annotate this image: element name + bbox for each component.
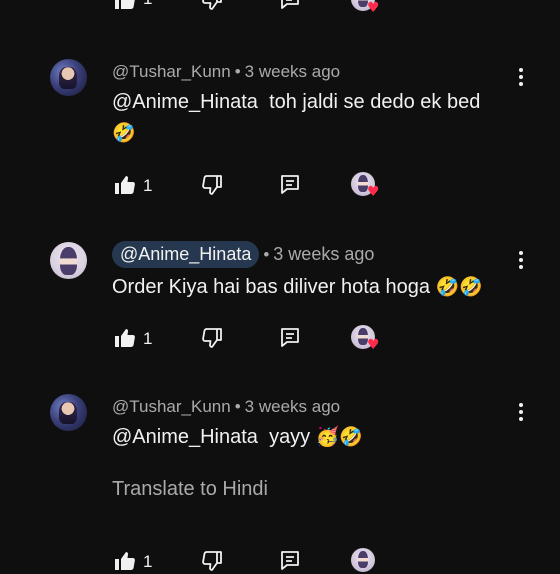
like-count: 1 (143, 329, 153, 348)
comment-meta: @Anime_Hinata • 3 weeks ago (112, 241, 374, 268)
author-chip[interactable]: @Anime_Hinata (112, 241, 260, 268)
thumbs-down-icon[interactable] (200, 548, 224, 574)
thumbs-down-icon[interactable] (200, 0, 224, 13)
separator-dot: • (234, 397, 241, 416)
like-count: 1 (143, 0, 152, 9)
creator-heart-icon: ♥ (367, 337, 380, 353)
mention-link[interactable]: @Anime_Hinata (112, 91, 258, 113)
action-row: 1 ♥ (0, 325, 560, 353)
emoji: 🥳🤣 (315, 426, 364, 448)
emoji: 🤣🤣 (435, 276, 483, 298)
comment-body: toh jaldi se dedo ek bed (269, 91, 481, 113)
comment-time[interactable]: 3 weeks ago (245, 397, 340, 416)
emoji: 🤣 (112, 122, 136, 144)
avatar[interactable] (50, 242, 87, 279)
comment-body: Order Kiya hai bas diliver hota hoga (112, 276, 430, 298)
translate-link[interactable]: Translate to Hindi (112, 478, 268, 501)
creator-avatar (351, 548, 375, 572)
thumbs-up-icon[interactable] (113, 548, 137, 574)
comment-text: @Anime_Hinata toh jaldi se dedo ek bed 🤣 (112, 87, 522, 149)
comment-meta: @Tushar_Kunn • 3 weeks ago (112, 397, 340, 417)
thumbs-up-icon[interactable] (113, 0, 137, 13)
reply-icon[interactable] (279, 325, 301, 351)
thumbs-down-icon[interactable] (200, 325, 224, 351)
creator-heart-icon: ♥ (367, 184, 380, 200)
like-count: 1 (143, 176, 153, 195)
separator-dot: • (234, 62, 241, 81)
more-vert-icon[interactable] (515, 403, 527, 423)
thumbs-down-icon[interactable] (200, 172, 224, 198)
reply-icon[interactable] (279, 172, 301, 198)
thumbs-up-icon[interactable] (113, 172, 137, 198)
avatar[interactable] (50, 59, 87, 96)
like-count: 1 (143, 552, 153, 571)
comment-meta: @Tushar_Kunn • 3 weeks ago (112, 62, 340, 82)
mention-link[interactable]: @Anime_Hinata (112, 426, 258, 448)
more-vert-icon[interactable] (515, 68, 527, 88)
reply-icon[interactable] (279, 548, 301, 574)
reply-icon[interactable] (279, 0, 301, 13)
comment-time[interactable]: 3 weeks ago (245, 62, 340, 81)
comment-time[interactable]: 3 weeks ago (273, 244, 374, 264)
comment-text: @Anime_Hinata yayy 🥳🤣 (112, 422, 522, 453)
avatar[interactable] (50, 394, 87, 431)
action-row: 1 ♥ (0, 172, 560, 200)
comment-text: Order Kiya hai bas diliver hota hoga 🤣🤣 (112, 272, 522, 303)
thumbs-up-icon[interactable] (113, 325, 137, 351)
action-row-partial-bottom: 1 (0, 548, 560, 574)
more-vert-icon[interactable] (515, 251, 527, 271)
comment-author[interactable]: @Tushar_Kunn (112, 397, 231, 416)
comment-author[interactable]: @Tushar_Kunn (112, 62, 231, 81)
comment-body: yayy (269, 426, 311, 448)
action-row-partial-top: 1 ♥ (0, 0, 560, 16)
separator-dot: • (263, 245, 270, 264)
creator-heart-icon: ♥ (367, 0, 380, 16)
